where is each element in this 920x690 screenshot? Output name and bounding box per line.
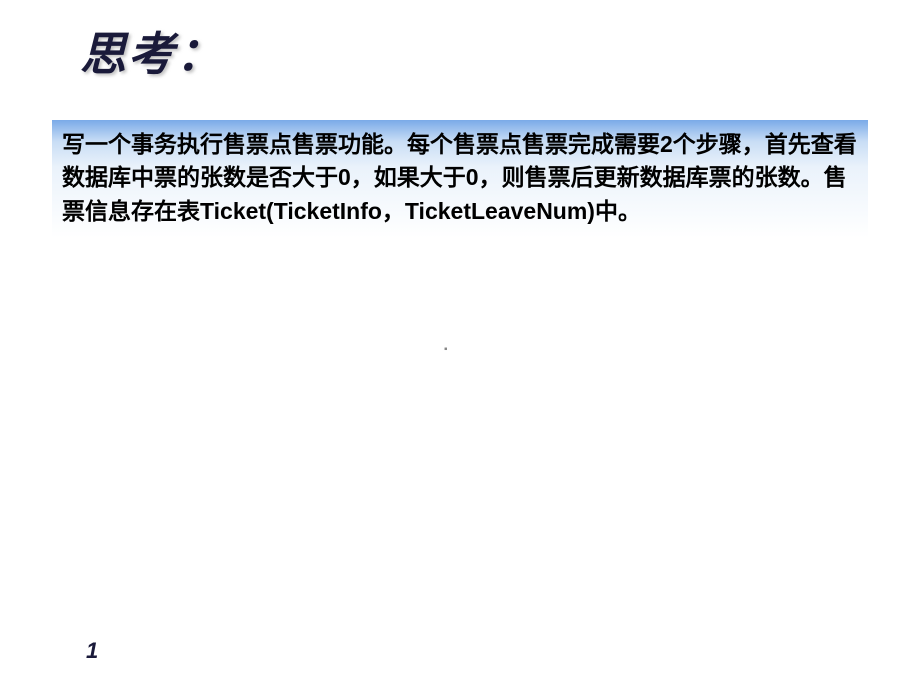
slide-heading: 思考： (80, 18, 224, 84)
center-mark: ▪ (444, 344, 448, 355)
content-text: 写一个事务执行售票点售票功能。每个售票点售票完成需要2个步骤，首先查看数据库中票… (62, 128, 858, 228)
content-box: 写一个事务执行售票点售票功能。每个售票点售票完成需要2个步骤，首先查看数据库中票… (52, 120, 868, 238)
page-number: 1 (86, 638, 98, 664)
